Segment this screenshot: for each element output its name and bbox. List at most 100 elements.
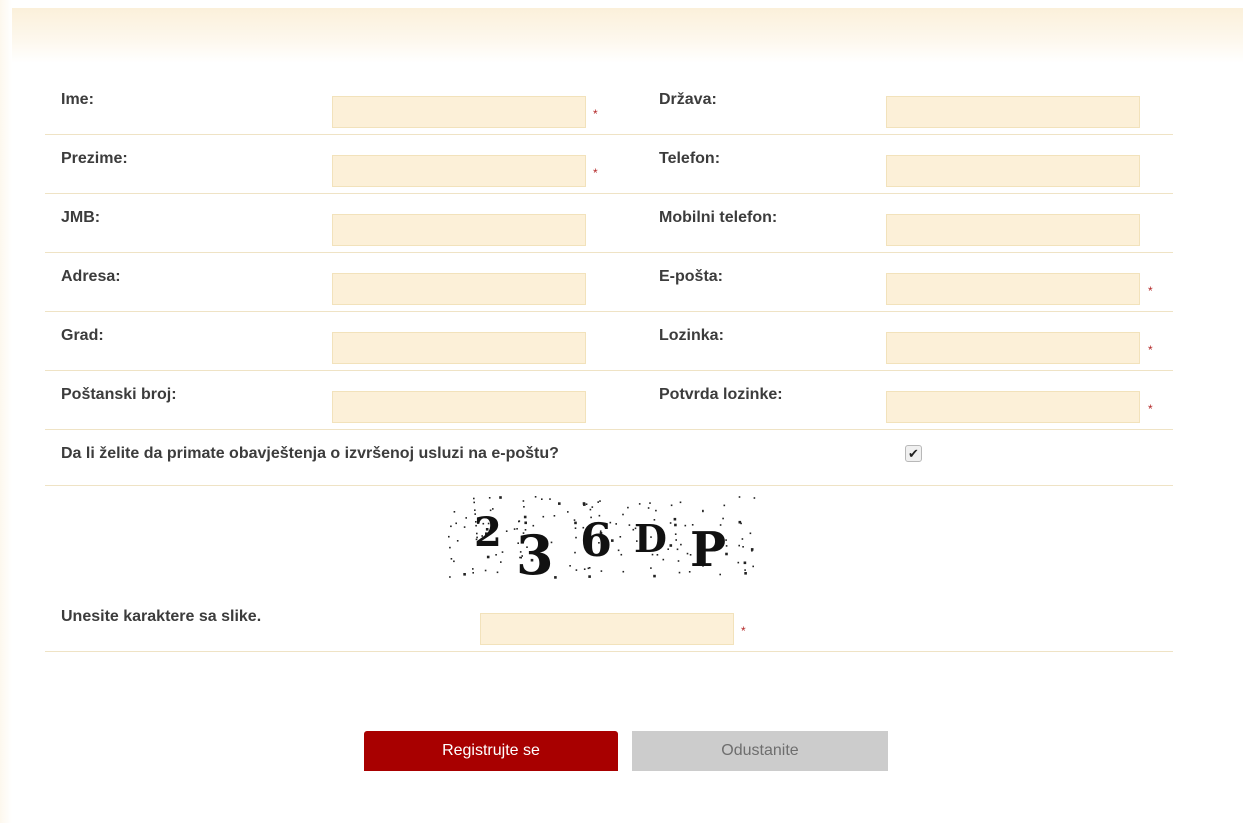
captcha-noise-dot xyxy=(622,513,624,516)
captcha-noise-dot xyxy=(574,551,576,554)
captcha-noise-dot xyxy=(650,567,652,569)
captcha-noise-dot xyxy=(647,507,650,509)
captcha-noise-dot xyxy=(674,533,677,535)
telefon-input[interactable] xyxy=(886,155,1140,187)
captcha-noise-dot xyxy=(752,565,754,568)
captcha-noise-dot xyxy=(738,544,740,547)
captcha-noise-dot xyxy=(473,497,475,500)
captcha-noise-dot xyxy=(676,548,679,551)
captcha-noise-dot xyxy=(465,517,467,519)
prezime-input[interactable] xyxy=(332,155,586,187)
captcha-noise-dot xyxy=(628,524,631,526)
captcha-noise-dot xyxy=(542,515,545,518)
captcha-noise-dot xyxy=(549,498,551,500)
notifications-question: Da li želite da primate obavještenja o i… xyxy=(61,445,559,462)
page-edge-decoration xyxy=(0,0,12,823)
captcha-noise-dot xyxy=(453,511,456,513)
label-postanski-broj: Poštanski broj: xyxy=(61,386,177,403)
captcha-noise-dot xyxy=(649,502,651,504)
captcha-noise-dot xyxy=(722,517,724,520)
captcha-noise-dot xyxy=(569,565,571,567)
adresa-input[interactable] xyxy=(332,273,586,305)
captcha-image: 2 3 6 D P xyxy=(448,496,756,587)
postanski-broj-input[interactable] xyxy=(332,391,586,423)
captcha-noise-dot xyxy=(622,570,625,573)
jmb-input[interactable] xyxy=(332,214,586,246)
required-marker: * xyxy=(593,166,598,180)
form-row-adresa: Adresa: E-pošta: * xyxy=(45,252,1173,312)
grad-input[interactable] xyxy=(332,332,586,364)
captcha-noise-dot xyxy=(455,522,457,525)
captcha-noise-dot xyxy=(534,496,537,498)
captcha-noise-dot xyxy=(499,496,502,499)
captcha-noise-dot xyxy=(472,572,474,574)
captcha-noise-dot xyxy=(575,536,577,539)
captcha-noise-dot xyxy=(541,498,543,500)
captcha-noise-dot xyxy=(743,561,747,565)
captcha-label: Unesite karaktere sa slike. xyxy=(61,608,262,625)
captcha-noise-dot xyxy=(686,552,689,555)
potvrda-lozinke-input[interactable] xyxy=(886,391,1140,423)
captcha-noise-dot xyxy=(523,506,525,508)
captcha-noise-dot xyxy=(653,574,656,578)
captcha-noise-dot xyxy=(588,575,591,578)
required-marker: * xyxy=(593,107,598,121)
captcha-noise-dot xyxy=(591,506,594,508)
eposta-input[interactable] xyxy=(886,273,1140,305)
captcha-noise-dot xyxy=(617,549,620,552)
captcha-noise-dot xyxy=(620,553,623,556)
captcha-noise-dot xyxy=(680,543,682,546)
captcha-noise-dot xyxy=(463,573,466,576)
form-row-prezime: Prezime: * Telefon: xyxy=(45,134,1173,194)
captcha-noise-dot xyxy=(669,522,672,524)
required-marker: * xyxy=(1148,343,1153,357)
captcha-noise-dot xyxy=(488,497,491,499)
form-row-grad: Grad: Lozinka: * xyxy=(45,311,1173,371)
form-row-captcha: Unesite karaktere sa slike. * xyxy=(45,592,1173,652)
captcha-noise-dot xyxy=(505,530,508,532)
captcha-noise-dot xyxy=(597,501,599,503)
label-jmb: JMB: xyxy=(61,209,101,226)
captcha-noise-dot xyxy=(677,560,680,562)
captcha-noise-dot xyxy=(582,502,586,505)
captcha-noise-dot xyxy=(472,568,474,570)
label-prezime: Prezime: xyxy=(61,150,128,167)
captcha-char: 6 xyxy=(580,513,612,567)
form-row-postanski-broj: Poštanski broj: Potvrda lozinke: * xyxy=(45,370,1173,430)
captcha-noise-dot xyxy=(744,572,747,575)
captcha-noise-dot xyxy=(655,509,657,512)
captcha-noise-dot xyxy=(501,551,504,553)
captcha-char: 2 xyxy=(474,509,502,556)
register-button[interactable]: Registrujte se xyxy=(364,731,618,771)
captcha-noise-dot xyxy=(674,523,677,527)
mobilni-telefon-input[interactable] xyxy=(886,214,1140,246)
required-marker: * xyxy=(741,624,746,638)
captcha-noise-dot xyxy=(615,523,617,525)
captcha-noise-dot xyxy=(553,515,556,517)
captcha-noise-dot xyxy=(567,511,569,513)
captcha-noise-dot xyxy=(558,502,561,505)
drzava-input[interactable] xyxy=(886,96,1140,128)
ime-input[interactable] xyxy=(332,96,586,128)
captcha-noise-dot xyxy=(702,510,704,513)
captcha-noise-dot xyxy=(638,503,641,505)
lozinka-input[interactable] xyxy=(886,332,1140,364)
captcha-noise-dot xyxy=(554,576,557,579)
captcha-noise-dot xyxy=(448,535,450,538)
cancel-button[interactable]: Odustanite xyxy=(632,731,888,771)
captcha-char: P xyxy=(690,522,726,578)
captcha-noise-dot xyxy=(588,567,591,569)
notifications-checkbox[interactable]: ✔ xyxy=(905,445,922,462)
captcha-noise-dot xyxy=(619,536,622,538)
label-drzava: Država: xyxy=(659,91,717,108)
captcha-noise-dot xyxy=(627,506,629,509)
captcha-noise-dot xyxy=(496,571,499,574)
captcha-noise-dot xyxy=(583,568,586,570)
captcha-noise-dot xyxy=(744,569,746,571)
captcha-image-svg: 2 3 6 D P xyxy=(448,496,756,587)
label-eposta: E-pošta: xyxy=(659,268,723,285)
captcha-noise-dot xyxy=(500,561,502,563)
captcha-noise-dot xyxy=(449,546,451,549)
captcha-input[interactable] xyxy=(480,613,734,645)
captcha-noise-dot xyxy=(574,521,577,525)
